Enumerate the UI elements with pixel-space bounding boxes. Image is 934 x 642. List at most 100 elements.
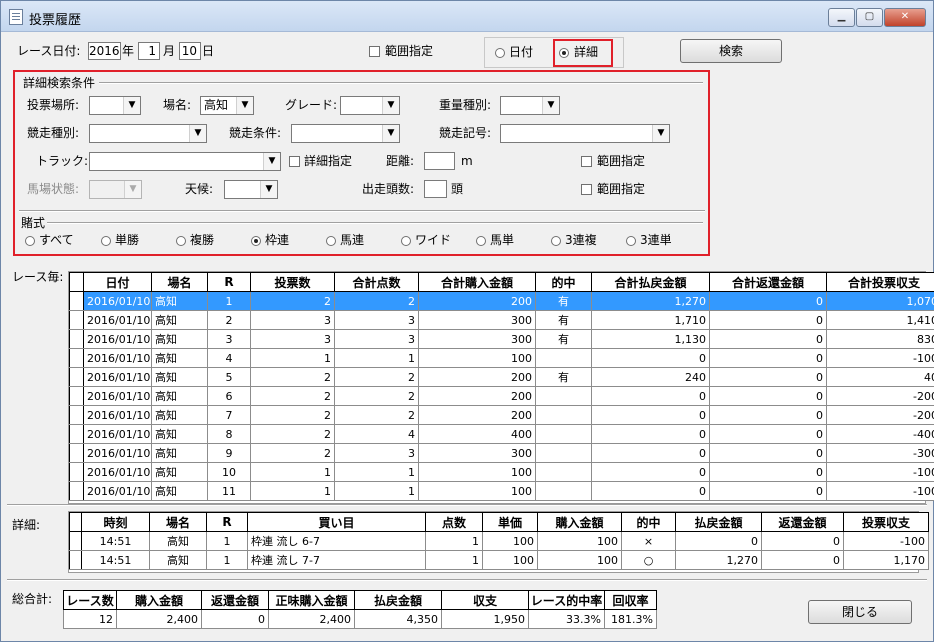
- bet-type-radio[interactable]: [101, 236, 111, 246]
- close-button[interactable]: 閉じる: [808, 600, 912, 624]
- table-cell: 3: [334, 310, 419, 330]
- table-row[interactable]: 2016/01/10高知233300有1,71001,410: [69, 310, 934, 330]
- search-button[interactable]: 検索: [680, 39, 782, 63]
- row-selector[interactable]: [69, 348, 84, 368]
- column-header[interactable]: 投票収支: [843, 512, 929, 532]
- row-selector[interactable]: [69, 481, 84, 501]
- day-input[interactable]: 10: [179, 42, 201, 60]
- bet-type-radio[interactable]: [551, 236, 561, 246]
- column-header[interactable]: 場名: [151, 272, 208, 292]
- track-detail-checkbox[interactable]: [289, 156, 300, 167]
- distance-range-checkbox[interactable]: [581, 156, 592, 167]
- bet-type-radio[interactable]: [326, 236, 336, 246]
- bet-type-radio[interactable]: [251, 236, 261, 246]
- grade-select[interactable]: ▼: [340, 96, 400, 115]
- race-sym-select[interactable]: ▼: [500, 124, 670, 143]
- column-header[interactable]: 場名: [149, 512, 207, 532]
- row-selector[interactable]: [69, 386, 84, 406]
- table-row[interactable]: 2016/01/10高知62220000-200: [69, 386, 934, 406]
- row-selector[interactable]: [69, 291, 84, 311]
- main-window: 投票履歴 ▁ ▢ ✕ レース日付: 2016 年 1 月 10 日 範囲指定 日…: [0, 0, 934, 642]
- column-header[interactable]: 的中: [621, 512, 676, 532]
- table-cell: 0: [709, 348, 827, 368]
- column-header[interactable]: 合計購入金額: [418, 272, 536, 292]
- table-cell: 高知: [151, 462, 208, 482]
- minimize-button[interactable]: ▁: [828, 8, 855, 27]
- table-cell: 14:51: [81, 531, 150, 551]
- table-row[interactable]: 2016/01/10高知82440000-400: [69, 424, 934, 444]
- place-select[interactable]: 高知 ▼: [200, 96, 254, 115]
- row-selector[interactable]: [69, 462, 84, 482]
- race-cond-select[interactable]: ▼: [291, 124, 400, 143]
- bet-type-radio[interactable]: [476, 236, 486, 246]
- table-row[interactable]: 2016/01/10高知92330000-300: [69, 443, 934, 463]
- table-row[interactable]: 2016/01/10高知101110000-100: [69, 462, 934, 482]
- table-cell: 1: [206, 550, 248, 570]
- table-row[interactable]: 2016/01/10高知41110000-100: [69, 348, 934, 368]
- table-row[interactable]: 2016/01/10高知122200有1,27001,070: [69, 291, 934, 311]
- row-selector[interactable]: [69, 443, 84, 463]
- bet-type-radio[interactable]: [626, 236, 636, 246]
- column-header[interactable]: 的中: [535, 272, 592, 292]
- runners-range-checkbox[interactable]: [581, 184, 592, 195]
- weight-select[interactable]: ▼: [500, 96, 560, 115]
- bet-type-radio[interactable]: [176, 236, 186, 246]
- race-date-label: レース日付:: [17, 44, 81, 58]
- row-selector[interactable]: [69, 405, 84, 425]
- table-row[interactable]: 2016/01/10高知333300有1,1300830: [69, 329, 934, 349]
- month-input[interactable]: 1: [138, 42, 160, 60]
- column-header[interactable]: 投票数: [250, 272, 335, 292]
- table-cell: 1: [250, 481, 335, 501]
- track-select[interactable]: ▼: [89, 152, 281, 171]
- runners-input[interactable]: [424, 180, 447, 198]
- table-cell: 0: [761, 550, 844, 570]
- venue-select[interactable]: ▼: [89, 96, 141, 115]
- mode-date-radio[interactable]: [495, 48, 505, 58]
- column-header[interactable]: 買い目: [247, 512, 426, 532]
- table-row[interactable]: 2016/01/10高知72220000-200: [69, 405, 934, 425]
- table-row[interactable]: 14:51 高知 1 枠連 流し 6-7 1 100 100 × 0 0 -100: [69, 531, 929, 551]
- table-row[interactable]: 14:51 高知 1 枠連 流し 7-7 1 100 100 ○ 1,270 0 1,170: [69, 550, 929, 570]
- column-header[interactable]: 合計投票収支: [826, 272, 934, 292]
- column-header[interactable]: 合計払戻金額: [591, 272, 710, 292]
- table-cell: 3: [334, 329, 419, 349]
- column-header[interactable]: R: [207, 272, 251, 292]
- row-selector[interactable]: [69, 367, 84, 387]
- row-selector[interactable]: [69, 531, 82, 551]
- table-row[interactable]: 2016/01/10高知111110000-100: [69, 481, 934, 501]
- table-cell: 4: [207, 348, 251, 368]
- range-checkbox[interactable]: [369, 46, 380, 57]
- row-selector[interactable]: [69, 424, 84, 444]
- distance-input[interactable]: [424, 152, 455, 170]
- column-header[interactable]: 日付: [83, 272, 152, 292]
- bet-type-radio[interactable]: [401, 236, 411, 246]
- mode-detail-label: 詳細: [574, 45, 599, 59]
- column-header[interactable]: 返還金額: [761, 512, 844, 532]
- mode-detail-radio[interactable]: [559, 48, 569, 58]
- bet-type-radio[interactable]: [25, 236, 35, 246]
- row-selector[interactable]: [69, 310, 84, 330]
- column-header[interactable]: 点数: [425, 512, 483, 532]
- year-input[interactable]: 2016: [88, 42, 121, 60]
- column-header[interactable]: 合計点数: [334, 272, 419, 292]
- maximize-button[interactable]: ▢: [856, 8, 883, 27]
- column-header[interactable]: R: [206, 512, 248, 532]
- weather-select[interactable]: ▼: [224, 180, 278, 199]
- column-header[interactable]: 単価: [482, 512, 538, 532]
- column-header[interactable]: 払戻金額: [675, 512, 762, 532]
- bet-type-label: ワイド: [415, 233, 452, 247]
- table-row[interactable]: 2016/01/10高知522200有240040: [69, 367, 934, 387]
- row-selector[interactable]: [69, 550, 82, 570]
- table-cell: 0: [675, 531, 762, 551]
- row-selector[interactable]: [69, 329, 84, 349]
- close-window-button[interactable]: ✕: [884, 8, 926, 27]
- bet-type-label: 馬連: [340, 233, 365, 247]
- runners-unit: 頭: [451, 182, 464, 196]
- race-type-select[interactable]: ▼: [89, 124, 207, 143]
- column-header[interactable]: 合計返還金額: [709, 272, 827, 292]
- column-header[interactable]: 購入金額: [537, 512, 622, 532]
- table-cell: -300: [826, 443, 934, 463]
- column-header[interactable]: 時刻: [81, 512, 150, 532]
- table-cell: 14:51: [81, 550, 150, 570]
- table-cell: 1,410: [826, 310, 934, 330]
